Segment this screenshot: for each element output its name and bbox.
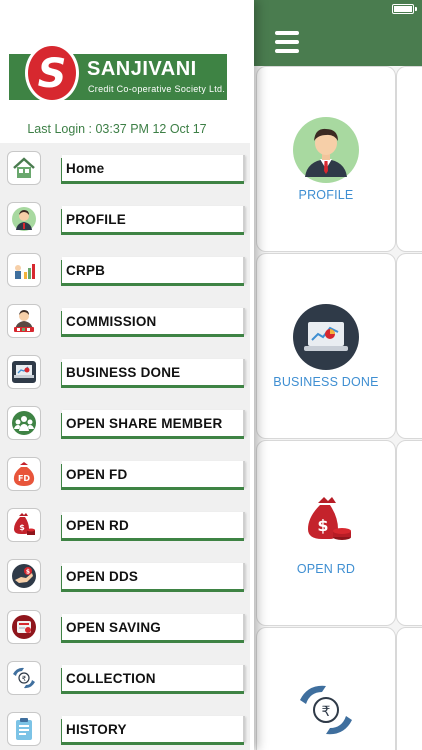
- main-panel: PROFILE BUSINESS DONE $ OPEN RD ₹: [250, 0, 422, 750]
- hamburger-line: [275, 31, 299, 35]
- menu-item-label: OPEN DDS: [62, 563, 245, 589]
- app-header: [250, 0, 422, 66]
- menu-item-label: OPEN FD: [62, 461, 245, 487]
- tile-partial[interactable]: [396, 440, 422, 626]
- fd-bag-icon: FD: [7, 457, 41, 491]
- laptop-chart-icon: [293, 304, 359, 370]
- menu-item-label: COMMISSION: [62, 308, 245, 334]
- menu-item-history[interactable]: HISTORY: [0, 704, 250, 750]
- user-avatar-icon: [293, 117, 359, 183]
- tile-profile[interactable]: PROFILE: [256, 66, 396, 252]
- menu-item-home[interactable]: Home: [0, 143, 250, 194]
- tile-collection[interactable]: ₹: [256, 627, 396, 750]
- tile-partial[interactable]: [396, 66, 422, 252]
- laptop-chart-icon: [7, 355, 41, 389]
- rupee-hands-icon: ₹: [300, 685, 352, 735]
- menu-item-commission[interactable]: COMMISSION: [0, 296, 250, 347]
- logo-s-icon: S: [25, 43, 79, 103]
- menu-item-open-rd[interactable]: $ OPEN RD: [0, 500, 250, 551]
- collection-icon: ₹: [7, 661, 41, 695]
- tile-label: BUSINESS DONE: [273, 375, 379, 389]
- svg-text:$: $: [26, 569, 30, 576]
- tile-open-rd[interactable]: $ OPEN RD: [256, 440, 396, 626]
- agent-icon: [7, 304, 41, 338]
- hand-coin-icon: $: [7, 559, 41, 593]
- tile-partial[interactable]: [396, 253, 422, 439]
- hamburger-line: [275, 49, 299, 53]
- menu-item-label: COLLECTION: [62, 665, 245, 691]
- home-icon: [7, 151, 41, 185]
- clipboard-icon: [7, 712, 41, 746]
- svg-text:₹: ₹: [322, 704, 331, 720]
- logo-subtitle: Credit Co-operative Society Ltd.: [88, 84, 226, 94]
- svg-text:FD: FD: [18, 474, 30, 483]
- tile-label: PROFILE: [298, 188, 354, 202]
- group-icon: [7, 406, 41, 440]
- menu-item-label: HISTORY: [62, 716, 245, 742]
- menu-item-open-saving[interactable]: OPEN SAVING: [0, 602, 250, 653]
- tile-partial[interactable]: [396, 627, 422, 750]
- svg-text:₹: ₹: [22, 675, 27, 683]
- last-login-text: Last Login : 03:37 PM 12 Oct 17: [27, 122, 207, 136]
- money-bag-icon: $: [308, 497, 351, 540]
- menu-item-open-share-member[interactable]: OPEN SHARE MEMBER: [0, 398, 250, 449]
- tile-label: OPEN RD: [296, 562, 356, 576]
- tile-business-done[interactable]: BUSINESS DONE: [256, 253, 396, 439]
- menu-item-crpb[interactable]: CRPB: [0, 245, 250, 296]
- svg-text:$: $: [317, 516, 328, 535]
- svg-text:$: $: [19, 523, 25, 532]
- menu-item-label: OPEN SAVING: [62, 614, 245, 640]
- money-bag-icon: $: [7, 508, 41, 542]
- user-icon: [7, 202, 41, 236]
- hamburger-line: [275, 40, 299, 44]
- menu-item-collection[interactable]: ₹ COLLECTION: [0, 653, 250, 704]
- company-logo: S SANJIVANI Credit Co-operative Society …: [9, 42, 227, 104]
- menu-item-profile[interactable]: PROFILE: [0, 194, 250, 245]
- menu-item-label: OPEN RD: [62, 512, 245, 538]
- menu-item-label: Home: [62, 155, 245, 181]
- menu-item-label: BUSINESS DONE: [62, 359, 245, 385]
- menu-toggle-button[interactable]: [275, 31, 299, 53]
- savings-icon: [7, 610, 41, 644]
- drawer-menu: Home PROFILE CRPB COMMISSION BUSINESS DO: [0, 143, 250, 750]
- chart-icon: [7, 253, 41, 287]
- navigation-drawer: S SANJIVANI Credit Co-operative Society …: [0, 0, 254, 750]
- menu-item-business-done[interactable]: BUSINESS DONE: [0, 347, 250, 398]
- menu-item-label: CRPB: [62, 257, 245, 283]
- menu-item-open-fd[interactable]: FD OPEN FD: [0, 449, 250, 500]
- menu-item-open-dds[interactable]: $ OPEN DDS: [0, 551, 250, 602]
- menu-item-label: PROFILE: [62, 206, 245, 232]
- menu-item-label: OPEN SHARE MEMBER: [62, 410, 245, 436]
- battery-icon: [392, 4, 417, 14]
- logo-name: SANJIVANI: [87, 58, 197, 80]
- logo-mark-text: S: [38, 51, 67, 97]
